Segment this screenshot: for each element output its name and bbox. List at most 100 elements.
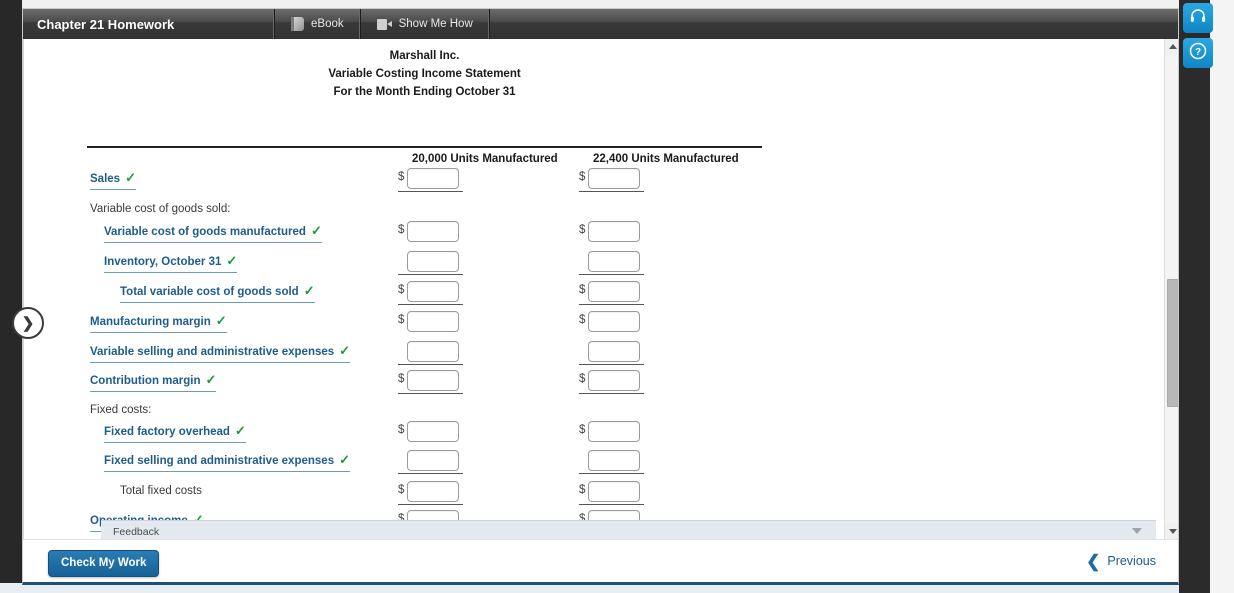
video-icon [376, 18, 392, 30]
row-label-link[interactable]: Contribution margin ✓ [90, 372, 217, 392]
amount-input[interactable] [407, 341, 459, 362]
income-statement-sheet: Marshall Inc. Variable Costing Income St… [23, 39, 1158, 539]
checkmark-icon: ✓ [226, 253, 238, 268]
assignment-title-tab: Chapter 21 Homework [23, 9, 275, 39]
scroll-down-button[interactable] [1165, 523, 1178, 539]
assignment-title-label: Chapter 21 Homework [37, 16, 175, 32]
screenshot-root: Chapter 21 Homework eBook Show Me How Ma… [0, 0, 1234, 593]
statement-row: Fixed selling and administrative expense… [24, 450, 1159, 482]
subtotal-rule [579, 191, 644, 192]
statement-row: Sales ✓ $ $ [24, 168, 1159, 200]
row-label: Variable cost of goods sold: [90, 201, 230, 217]
statement-row: Variable selling and administrative expe… [24, 341, 1159, 373]
scrollbar-thumb[interactable] [1167, 279, 1178, 407]
tab-ebook[interactable]: eBook [275, 9, 361, 39]
row-label-link[interactable]: Total variable cost of goods sold ✓ [120, 283, 315, 303]
statement-row: Contribution margin ✓ $ $ [24, 370, 1159, 402]
subtotal-rule [579, 504, 644, 505]
window-top-strip [0, 0, 1234, 8]
chevron-right-icon: ❯ [21, 315, 35, 332]
amount-input[interactable] [407, 481, 459, 502]
value-cell-col2: $ [579, 370, 645, 394]
assignment-actionbar: Check My Work ❮ Previous [23, 539, 1178, 582]
row-label-link[interactable]: Fixed selling and administrative expense… [104, 452, 350, 472]
tab-ebook-label: eBook [311, 18, 344, 30]
amount-input[interactable] [407, 311, 459, 332]
checkmark-icon: ✓ [339, 343, 351, 358]
report-period: For the Month Ending October 31 [333, 86, 516, 98]
amount-input[interactable] [588, 168, 640, 189]
row-label-text: Variable selling and administrative expe… [90, 346, 335, 358]
content-scrollbar[interactable] [1164, 39, 1178, 539]
panel-expander-button[interactable]: ❯ [12, 307, 44, 339]
tab-show-me-how-label: Show Me How [398, 18, 473, 30]
value-cell-col2: $ [579, 481, 645, 505]
amount-input[interactable] [588, 251, 640, 272]
amount-input[interactable] [588, 450, 640, 471]
amount-input[interactable] [588, 481, 640, 502]
amount-input[interactable] [588, 311, 640, 332]
feedback-bar[interactable]: Feedback [101, 520, 1156, 539]
amount-input[interactable] [407, 251, 459, 272]
column-header-2: 22,400 Units Manufactured [593, 153, 739, 165]
row-label: Fixed costs: [90, 402, 151, 418]
subtotal-rule [398, 393, 463, 394]
subtotal-rule [398, 473, 463, 474]
chevron-down-icon [1132, 528, 1142, 534]
currency-symbol: $ [398, 484, 405, 496]
checkmark-icon: ✓ [215, 313, 227, 328]
amount-input[interactable] [407, 221, 459, 242]
subtotal-rule [398, 191, 463, 192]
row-label-link[interactable]: Variable selling and administrative expe… [90, 343, 351, 363]
amount-input[interactable] [407, 450, 459, 471]
amount-input[interactable] [588, 341, 640, 362]
subtotal-rule [398, 274, 463, 275]
amount-input[interactable] [588, 221, 640, 242]
subtotal-rule [398, 364, 463, 365]
chevron-left-icon: ❮ [1086, 551, 1101, 571]
statement-row: Variable cost of goods manufactured ✓ $ $ [24, 221, 1159, 253]
amount-input[interactable] [588, 281, 640, 302]
amount-input[interactable] [588, 421, 640, 442]
amount-input[interactable] [407, 281, 459, 302]
tab-show-me-how[interactable]: Show Me How [361, 9, 490, 39]
statement-row: Manufacturing margin ✓ $ $ [24, 311, 1159, 343]
row-label-link[interactable]: Manufacturing margin ✓ [90, 313, 227, 333]
report-title: Variable Costing Income Statement [328, 68, 521, 80]
previous-button[interactable]: ❮ Previous [1086, 551, 1156, 571]
value-cell-col2: $ [579, 281, 645, 305]
amount-input[interactable] [588, 370, 640, 391]
value-cell-col1: $ [398, 168, 464, 192]
statement-heading: Marshall Inc. Variable Costing Income St… [87, 47, 762, 101]
book-icon [291, 17, 304, 31]
checkmark-icon: ✓ [339, 452, 350, 467]
value-cell-col1: $ [398, 481, 464, 505]
row-label: Total fixed costs [120, 483, 202, 499]
tabbar-filler [490, 9, 1178, 39]
value-cell-col1: $ [398, 421, 464, 442]
amount-input[interactable] [407, 421, 459, 442]
currency-symbol: $ [579, 373, 586, 385]
row-label-link[interactable]: Variable cost of goods manufactured ✓ [104, 223, 322, 243]
right-rail-light-strip [1210, 0, 1234, 593]
heading-rule [87, 146, 762, 148]
value-cell-col1 [398, 341, 464, 365]
subtotal-rule [398, 304, 463, 305]
currency-symbol: $ [579, 171, 586, 183]
subtotal-rule [579, 304, 644, 305]
subtotal-rule [579, 393, 644, 394]
statement-row: Total fixed costs $ $ [24, 481, 1159, 513]
amount-input[interactable] [407, 370, 459, 391]
previous-label: Previous [1107, 554, 1156, 568]
row-label-link[interactable]: Inventory, October 31 ✓ [104, 253, 238, 273]
support-button[interactable] [1183, 3, 1213, 33]
row-label-link[interactable]: Sales ✓ [90, 170, 136, 190]
scroll-up-button[interactable] [1165, 39, 1178, 55]
help-button[interactable]: ? [1183, 38, 1213, 68]
value-cell-col1 [398, 450, 464, 474]
currency-symbol: $ [579, 424, 586, 436]
row-label-link[interactable]: Fixed factory overhead ✓ [104, 423, 246, 443]
amount-input[interactable] [407, 168, 459, 189]
statement-row: Inventory, October 31 ✓ [24, 251, 1159, 283]
check-my-work-button[interactable]: Check My Work [48, 550, 160, 577]
